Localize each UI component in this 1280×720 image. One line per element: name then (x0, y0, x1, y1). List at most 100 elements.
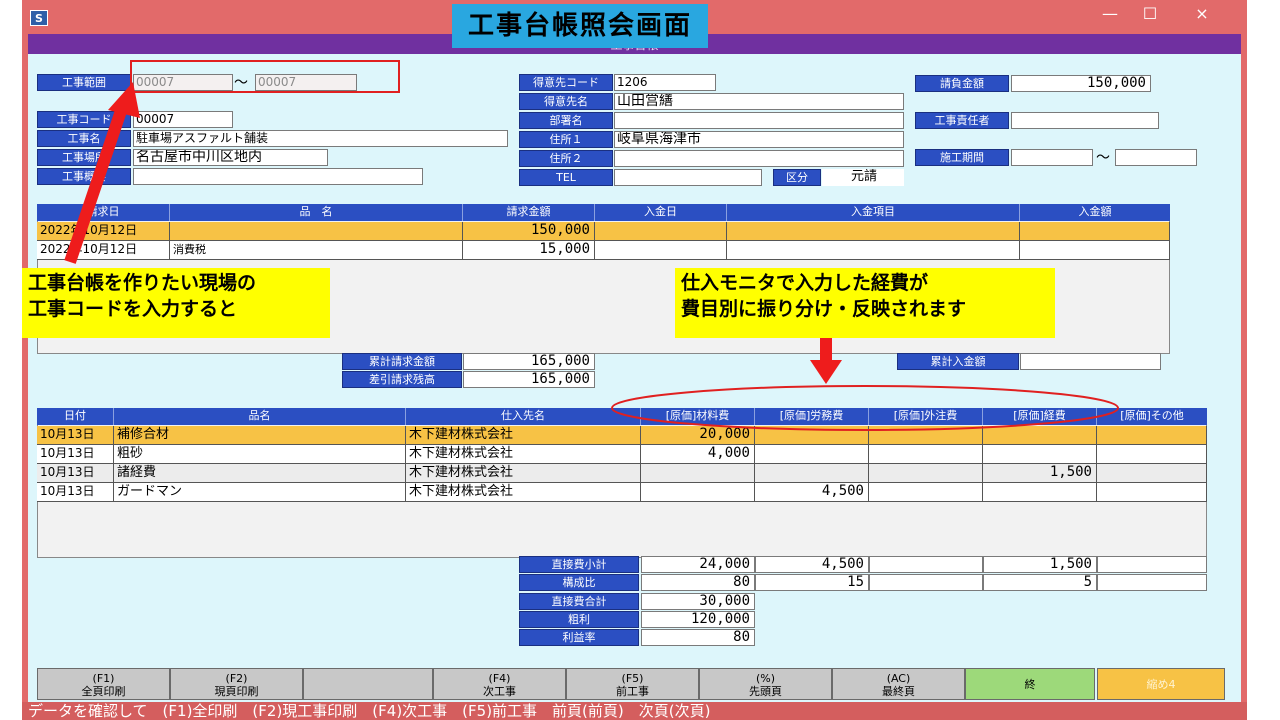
range-label: 工事範囲 (37, 74, 131, 91)
purchase-col-vendor: 仕入先名 (406, 408, 641, 425)
table-row[interactable]: 2022年10月12日 消費税 15,000 (37, 241, 1170, 260)
purchase-vendor: 木下建材株式会社 (406, 464, 641, 483)
site-input[interactable]: 名古屋市中川区地内 (133, 149, 328, 166)
fkey-code: (F4) (488, 672, 511, 685)
margin-label: 利益率 (519, 629, 639, 646)
highlight-range-box (130, 60, 400, 93)
period-separator: ～ (1096, 150, 1110, 166)
table-row[interactable]: 10月13日 補修合材 木下建材株式会社 20,000 (37, 426, 1207, 445)
subtotal-labor: 4,500 (755, 556, 869, 573)
fkey-label: 縮め4 (1146, 678, 1176, 691)
purchase-expense (983, 445, 1097, 464)
name-input[interactable]: 駐車場アスファルト舗装 (133, 130, 508, 147)
fkey-label: 最終頁 (882, 685, 915, 698)
ext-button[interactable]: 縮め4 (1097, 668, 1225, 700)
addr2-input[interactable] (614, 150, 904, 167)
client-code-label: 得意先コード (519, 74, 613, 91)
addr2-label: 住所２ (519, 150, 613, 167)
billing-col-date: 請求日 (37, 204, 170, 221)
purchase-date: 10月13日 (37, 464, 114, 483)
purchase-col-labor: [原価]労務費 (755, 408, 869, 425)
f1-print-all-button[interactable]: (F1) 全頁印刷 (37, 668, 170, 700)
left-annotation: 工事台帳を作りたい現場の 工事コードを入力すると (22, 268, 330, 338)
status-bar: データを確認して (F1)全印刷 (F2)現工事印刷 (F4)次工事 (F5)前… (22, 702, 1247, 720)
purchase-vendor: 木下建材株式会社 (406, 483, 641, 502)
f5-prev-project-button[interactable]: (F5) 前工事 (566, 668, 699, 700)
fkey-code: (%) (755, 672, 776, 685)
kubun-label: 区分 (773, 169, 821, 186)
purchase-labor (755, 445, 869, 464)
table-row[interactable]: 10月13日 粗砂 木下建材株式会社 4,000 (37, 445, 1207, 464)
f3-blank-button[interactable] (303, 668, 433, 700)
maximize-button[interactable]: ☐ (1130, 2, 1170, 28)
right-annotation-line1: 仕入モニタで入力した経費が (681, 272, 929, 294)
f4-next-project-button[interactable]: (F4) 次工事 (433, 668, 566, 700)
kubun-value: 元請 (822, 169, 904, 186)
period-to-input[interactable] (1115, 149, 1197, 166)
billing-payamount (1020, 222, 1170, 241)
ratio-material: 80 (641, 574, 755, 591)
fkey-label: 前工事 (616, 685, 649, 698)
billing-amount: 15,000 (463, 241, 595, 260)
code-label: 工事コード (37, 111, 131, 128)
fkey-code: (F5) (621, 672, 644, 685)
screen-caption: 工事台帳照会画面 (452, 4, 708, 48)
purchase-item: ガードマン (114, 483, 406, 502)
fkey-label: 終 (1024, 678, 1036, 691)
manager-input[interactable] (1011, 112, 1159, 129)
ratio-outsource (869, 574, 983, 591)
exit-button[interactable]: 終 (965, 668, 1095, 700)
margin-value: 80 (641, 629, 755, 646)
left-annotation-line2: 工事コードを入力すると (28, 298, 238, 320)
purchase-labor (755, 464, 869, 483)
purchase-vendor: 木下建材株式会社 (406, 426, 641, 445)
purchase-expense (983, 426, 1097, 445)
billing-payitem (727, 241, 1020, 260)
period-from-input[interactable] (1011, 149, 1093, 166)
client-code-input[interactable]: 1206 (614, 74, 716, 91)
code-input[interactable]: 00007 (133, 111, 233, 128)
client-name-input[interactable]: 山田営繕 (614, 93, 904, 110)
addr1-input[interactable]: 岐阜県海津市 (614, 131, 904, 148)
ratio-other (1097, 574, 1207, 591)
purchase-col-expense: [原価]経費 (983, 408, 1097, 425)
purchase-col-material: [原価]材料費 (641, 408, 755, 425)
subtotal-expense: 1,500 (983, 556, 1097, 573)
purchase-expense: 1,500 (983, 464, 1097, 483)
purchase-other (1097, 445, 1207, 464)
gross-profit-label: 粗利 (519, 611, 639, 628)
summary-input[interactable] (133, 168, 423, 185)
table-row[interactable]: 10月13日 ガードマン 木下建材株式会社 4,500 (37, 483, 1207, 502)
addr1-label: 住所１ (519, 131, 613, 148)
billing-payitem (727, 222, 1020, 241)
summary-label: 工事概要 (37, 168, 131, 185)
purchase-outsource (869, 464, 983, 483)
tel-input[interactable] (614, 169, 762, 186)
dept-input[interactable] (614, 112, 904, 129)
purchase-expense (983, 483, 1097, 502)
purchase-labor (755, 426, 869, 445)
close-button[interactable]: × (1170, 2, 1234, 28)
billing-total-value: 165,000 (463, 353, 595, 370)
table-row[interactable]: 2022年10月12日 150,000 (37, 222, 1170, 241)
tel-label: TEL (519, 169, 613, 186)
billing-date: 2022年10月12日 (37, 241, 170, 260)
billing-paydate (595, 241, 727, 260)
billing-amount: 150,000 (463, 222, 595, 241)
f2-print-page-button[interactable]: (F2) 現頁印刷 (170, 668, 303, 700)
ratio-expense: 5 (983, 574, 1097, 591)
purchase-outsource (869, 483, 983, 502)
fkey-label: 先頭頁 (749, 685, 782, 698)
billing-item (170, 222, 463, 241)
received-total-label: 累計入金額 (897, 353, 1019, 370)
received-total-value (1020, 353, 1161, 370)
last-page-button[interactable]: (AC) 最終頁 (832, 668, 965, 700)
fkey-label: 全頁印刷 (81, 685, 126, 698)
client-name-label: 得意先名 (519, 93, 613, 110)
right-annotation-line2: 費目別に振り分け・反映されます (681, 298, 967, 320)
app-icon: S (30, 10, 48, 26)
minimize-button[interactable]: — (1090, 2, 1130, 28)
table-row[interactable]: 10月13日 諸経費 木下建材株式会社 1,500 (37, 464, 1207, 483)
billing-paydate (595, 222, 727, 241)
first-page-button[interactable]: (%) 先頭頁 (699, 668, 832, 700)
